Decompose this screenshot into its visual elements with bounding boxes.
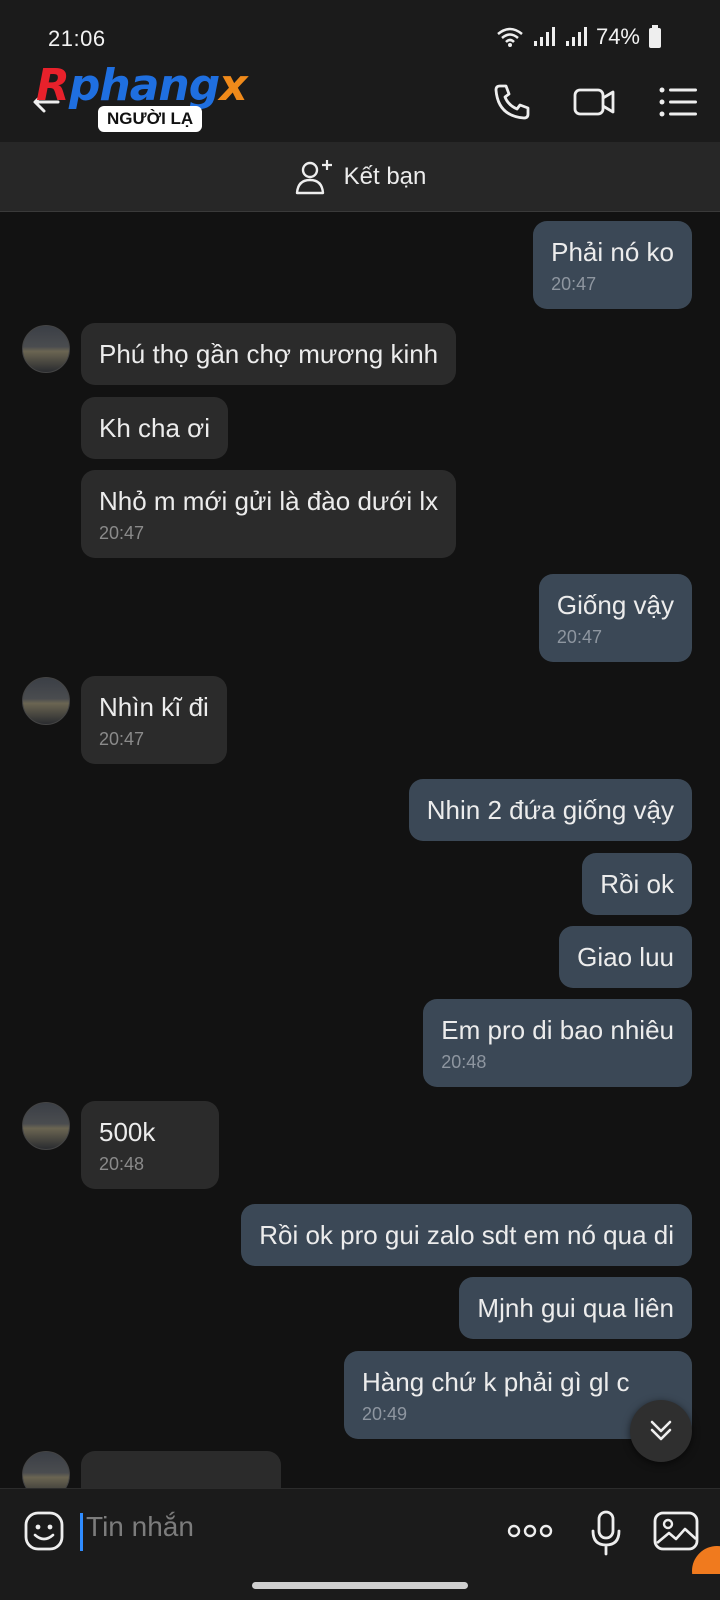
microphone-icon[interactable]	[584, 1509, 628, 1557]
add-friend-bar[interactable]: Kết bạn	[0, 142, 720, 212]
add-friend-icon	[295, 159, 332, 194]
message-text: Rồi ok	[600, 869, 674, 899]
message-text: Giống vậy	[556, 590, 674, 620]
message-time: 20:47	[99, 729, 145, 749]
message-text: Phải nó ko	[551, 237, 674, 267]
message-bubble-out[interactable]: Rồi ok pro gui zalo sdt em nó qua di	[241, 1204, 692, 1266]
sticker-icon[interactable]	[22, 1509, 66, 1553]
message-bubble-in[interactable]: 500k 20:48	[81, 1101, 219, 1189]
message-bubble-out[interactable]: Giống vậy 20:47	[538, 574, 692, 662]
composer-bar: Tin nhắn	[0, 1488, 720, 1574]
add-friend-label: Kết bạn	[343, 162, 427, 190]
double-chevron-down-icon	[650, 1420, 672, 1441]
message-text: Nhin 2 đứa giống vậy	[426, 795, 674, 825]
scroll-to-bottom-button[interactable]	[630, 1400, 692, 1462]
message-text: Rồi ok pro gui zalo sdt em nó qua di	[259, 1220, 674, 1250]
message-bubble-out[interactable]: Em pro di bao nhiêu 20:48	[423, 999, 692, 1087]
avatar[interactable]	[22, 677, 70, 725]
stranger-badge: NGƯỜI LẠ	[98, 106, 203, 132]
avatar[interactable]	[22, 325, 70, 373]
message-text: Phú thọ gần chợ mương kinh	[99, 339, 439, 369]
chat-header: Rphangx NGƯỜI LẠ	[0, 58, 720, 142]
more-dots-icon[interactable]	[506, 1517, 554, 1545]
signal-icon	[533, 27, 555, 46]
message-time: 20:47	[551, 274, 597, 294]
phone-icon[interactable]	[490, 80, 534, 124]
message-bubble-out[interactable]: Nhin 2 đứa giống vậy	[408, 779, 692, 841]
battery-icon	[649, 25, 661, 48]
video-camera-icon[interactable]	[572, 80, 616, 124]
message-text: Mjnh gui qua liên	[477, 1293, 674, 1323]
logo-part-2: phang	[68, 60, 220, 111]
message-bubble-in[interactable]: Nhỏ m mới gửi là đào dưới lx 20:47	[81, 470, 457, 558]
message-text: Em pro di bao nhiêu	[441, 1015, 674, 1045]
status-bar: 21:06 74%	[0, 0, 720, 58]
avatar[interactable]	[22, 1102, 70, 1150]
message-bubble-out[interactable]: Mjnh gui qua liên	[459, 1277, 692, 1339]
message-list[interactable]: Phải nó ko 20:47 Phú thọ gần chợ mương k…	[0, 213, 720, 1488]
logo-part-3: x	[219, 60, 247, 111]
system-navigation-bar	[0, 1574, 720, 1600]
contact-name-logo[interactable]: Rphangx	[36, 60, 248, 111]
message-text: Nhỏ m mới gửi là đào dưới lx	[99, 486, 439, 516]
status-time: 21:06	[48, 26, 106, 51]
message-time: 20:47	[556, 627, 602, 647]
logo-part-1: R	[36, 60, 70, 111]
message-text: Nhìn kĩ đi	[99, 692, 209, 722]
text-cursor	[80, 1513, 83, 1551]
message-text: Hàng chứ k phải gì gl c	[362, 1367, 630, 1397]
battery-percent: 74%	[595, 24, 640, 49]
signal-icon-2	[565, 27, 587, 46]
message-time: 20:47	[99, 523, 145, 543]
message-bubble-out[interactable]: Phải nó ko 20:47	[533, 221, 692, 309]
message-time: 20:49	[362, 1404, 408, 1424]
message-time: 20:48	[441, 1052, 487, 1072]
menu-list-icon[interactable]	[656, 80, 700, 124]
message-time: 20:48	[99, 1154, 145, 1174]
message-bubble-in[interactable]: Phú thọ gần chợ mương kinh	[81, 323, 457, 385]
status-icons: 74%	[496, 24, 662, 50]
partial-message-bubble	[81, 1451, 281, 1488]
message-bubble-out[interactable]: Giao luu	[559, 926, 692, 988]
image-gallery-icon[interactable]	[652, 1509, 700, 1553]
message-input[interactable]: Tin nhắn	[86, 1511, 194, 1543]
message-text: Kh cha ơi	[99, 413, 210, 443]
wifi-icon	[497, 27, 523, 47]
avatar[interactable]	[22, 1451, 70, 1488]
home-indicator[interactable]	[252, 1582, 468, 1589]
message-bubble-in[interactable]: Nhìn kĩ đi 20:47	[81, 676, 227, 764]
message-bubble-in[interactable]: Kh cha ơi	[81, 397, 228, 459]
message-text: Giao luu	[577, 942, 674, 972]
message-text: 500k	[99, 1117, 156, 1147]
message-bubble-out[interactable]: Rồi ok	[582, 853, 692, 915]
